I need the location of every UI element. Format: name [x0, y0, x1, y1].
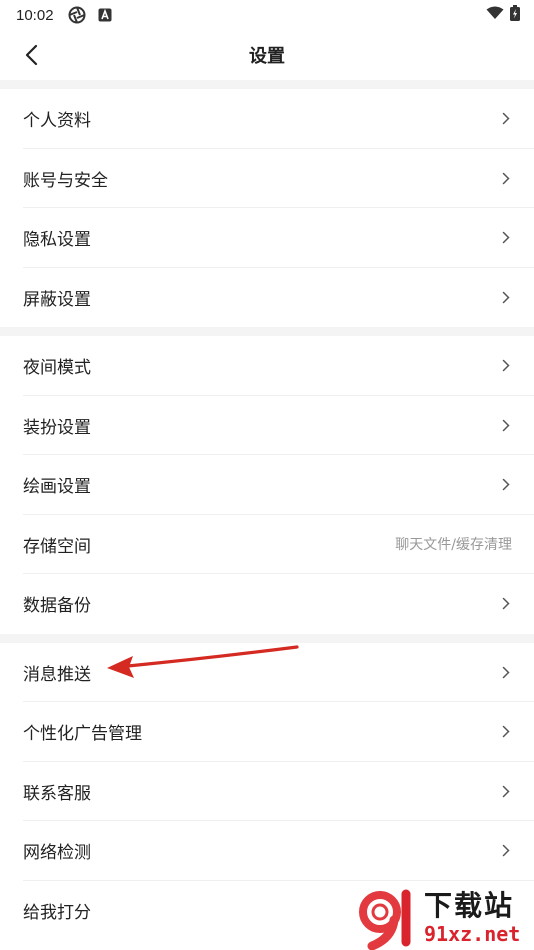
- settings-item-storage[interactable]: 存储空间 聊天文件/缓存清理: [0, 515, 534, 575]
- settings-item-label: 账号与安全: [23, 170, 108, 191]
- back-button[interactable]: [18, 42, 44, 68]
- title-bar: 设置: [0, 30, 534, 80]
- chevron-left-icon: [25, 44, 38, 66]
- settings-item-label: 个性化广告管理: [23, 724, 142, 745]
- settings-item-night-mode[interactable]: 夜间模式: [0, 336, 534, 396]
- chevron-right-icon: [500, 478, 512, 492]
- settings-item-label: 消息推送: [23, 664, 91, 685]
- settings-item-label: 网络检测: [23, 843, 91, 864]
- chevron-right-icon: [500, 112, 512, 126]
- keyboard-a-icon: [98, 8, 112, 22]
- watermark-title: 下载站: [424, 889, 515, 922]
- chevron-right-icon: [500, 290, 512, 304]
- chevron-right-icon: [500, 784, 512, 798]
- settings-item-label: 数据备份: [23, 596, 91, 617]
- settings-item-label: 绘画设置: [23, 477, 91, 498]
- section-divider: [0, 633, 534, 643]
- settings-item-backup[interactable]: 数据备份: [0, 574, 534, 634]
- settings-item-label: 联系客服: [23, 783, 91, 804]
- chevron-right-icon: [500, 231, 512, 245]
- chevron-right-icon: [500, 171, 512, 185]
- settings-item-profile[interactable]: 个人资料: [0, 89, 534, 149]
- wifi-icon: [486, 6, 504, 24]
- chevron-right-icon: [500, 359, 512, 373]
- chevron-right-icon: [500, 597, 512, 611]
- storage-hint: 聊天文件/缓存清理: [395, 537, 512, 554]
- page-title: 设置: [249, 46, 285, 67]
- settings-section-account: 个人资料 账号与安全 隐私设置 屏蔽设置: [0, 89, 534, 327]
- settings-item-drawing[interactable]: 绘画设置: [0, 455, 534, 515]
- watermark-logo-icon: 91: [359, 889, 411, 950]
- settings-item-label: 装扮设置: [23, 417, 91, 438]
- settings-item-label: 个人资料: [23, 111, 91, 132]
- settings-item-label: 隐私设置: [23, 230, 91, 251]
- settings-item-network-check[interactable]: 网络检测: [0, 821, 534, 881]
- chevron-right-icon: [500, 665, 512, 679]
- status-time: 10:02: [16, 6, 54, 24]
- battery-charging-icon: [510, 5, 520, 25]
- settings-item-ad-personalization[interactable]: 个性化广告管理: [0, 702, 534, 762]
- settings-item-label: 夜间模式: [23, 358, 91, 379]
- chevron-right-icon: [500, 418, 512, 432]
- settings-item-label: 存储空间: [23, 536, 91, 557]
- settings-item-label: 给我打分: [23, 902, 91, 923]
- settings-item-block[interactable]: 屏蔽设置: [0, 268, 534, 328]
- settings-item-account-security[interactable]: 账号与安全: [0, 149, 534, 209]
- section-divider: [0, 327, 534, 336]
- settings-item-label: 屏蔽设置: [23, 289, 91, 310]
- chevron-right-icon: [500, 725, 512, 739]
- aperture-icon: [68, 6, 86, 24]
- settings-item-dressup[interactable]: 装扮设置: [0, 396, 534, 456]
- watermark-url: 91xz.net: [424, 922, 521, 946]
- settings-item-customer-service[interactable]: 联系客服: [0, 762, 534, 822]
- chevron-right-icon: [500, 844, 512, 858]
- section-divider: [0, 80, 534, 89]
- watermark: 91 下载站 91xz.net: [354, 886, 534, 950]
- settings-item-push-notifications[interactable]: 消息推送: [0, 643, 534, 703]
- settings-item-privacy[interactable]: 隐私设置: [0, 208, 534, 268]
- settings-section-appearance: 夜间模式 装扮设置 绘画设置 存储空间 聊天文件/缓存清理 数据备份: [0, 336, 534, 634]
- status-bar: 10:02: [0, 0, 534, 30]
